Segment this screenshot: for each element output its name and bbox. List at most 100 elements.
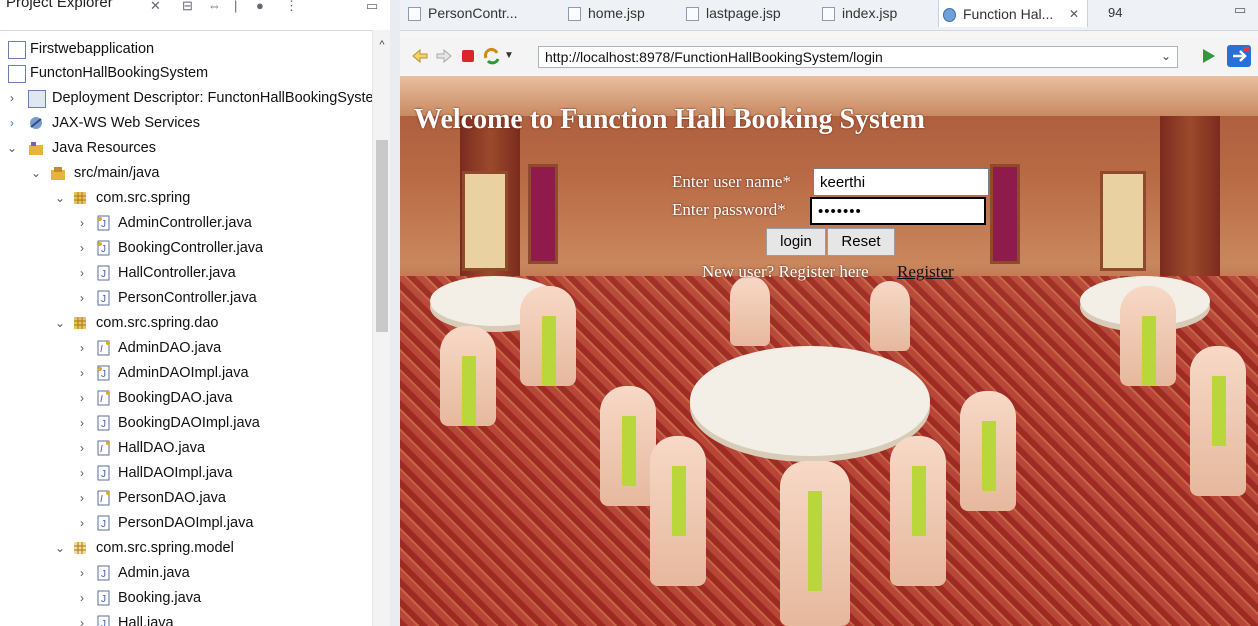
browser-toolbar: ▼ http://localhost:8978/FunctionHallBook… xyxy=(400,38,1258,74)
reset-button[interactable]: Reset xyxy=(827,228,895,256)
tree-item-java-file[interactable]: › J BookingDAOImpl.java xyxy=(0,411,372,435)
tab-overflow-count[interactable]: 94 xyxy=(1104,0,1144,26)
chevron-right-icon[interactable]: › xyxy=(76,511,88,535)
register-link[interactable]: Register xyxy=(897,262,954,282)
chevron-right-icon[interactable]: › xyxy=(76,586,88,610)
tree-item-label: com.src.spring.model xyxy=(96,540,234,556)
chevron-down-icon[interactable]: ⌄ xyxy=(6,136,18,160)
java-file-icon: J xyxy=(96,565,112,581)
chevron-right-icon[interactable]: › xyxy=(76,361,88,385)
back-icon[interactable] xyxy=(410,46,430,66)
tree-item-label: src/main/java xyxy=(74,165,160,181)
java-file-icon: J xyxy=(96,415,112,431)
scrollbar-thumb[interactable] xyxy=(376,140,388,332)
chevron-right-icon[interactable]: › xyxy=(76,336,88,360)
chevron-down-icon[interactable]: ⌄ xyxy=(54,186,66,210)
tree-item-label: PersonController.java xyxy=(118,290,257,306)
tree-item-java-resources[interactable]: ⌄ Java Resources xyxy=(0,136,372,160)
chevron-right-icon[interactable]: › xyxy=(76,286,88,310)
tree-item-java-file[interactable]: › J AdminController.java xyxy=(0,211,372,235)
java-file-icon: J xyxy=(96,265,112,281)
tree-item-java-file[interactable]: › J Booking.java xyxy=(0,586,372,610)
tree-item-source-folder[interactable]: ⌄ src/main/java xyxy=(0,161,372,185)
tree-item-java-file[interactable]: › J PersonDAOImpl.java xyxy=(0,511,372,535)
chevron-down-icon[interactable]: ⌄ xyxy=(1161,49,1171,63)
refresh-icon[interactable] xyxy=(482,46,502,66)
tree-item-java-file[interactable]: › J HallDAOImpl.java xyxy=(0,461,372,485)
tree-item-java-file[interactable]: › J BookingController.java xyxy=(0,236,372,260)
svg-text:J: J xyxy=(101,469,106,480)
tree-item-java-file[interactable]: › J PersonController.java xyxy=(0,286,372,310)
banquet-chair-image xyxy=(960,391,1016,511)
tree-item-package[interactable]: ⌄ com.src.spring.model xyxy=(0,536,372,560)
tree-item-label: FunctonHallBookingSystem xyxy=(30,65,209,81)
tree-item-java-interface[interactable]: › I AdminDAO.java xyxy=(0,336,372,360)
chevron-right-icon[interactable]: › xyxy=(76,561,88,585)
hall-window-image xyxy=(462,171,508,271)
external-browser-icon[interactable] xyxy=(1226,44,1252,68)
chevron-right-icon[interactable]: › xyxy=(76,611,88,626)
tree-item-java-file[interactable]: › J Hall.java xyxy=(0,611,372,626)
maximize-icon[interactable]: ▭ xyxy=(1234,2,1246,18)
svg-text:I: I xyxy=(100,444,103,455)
chevron-right-icon[interactable]: › xyxy=(76,436,88,460)
scroll-up-icon[interactable]: ^ xyxy=(375,38,389,52)
java-interface-icon: I xyxy=(96,490,112,506)
project-explorer-panel: Project Explorer ✕ ⊟ ⇔ | ● ⋮ ▭ Firstweba… xyxy=(0,0,390,626)
java-interface-icon: I xyxy=(96,390,112,406)
tab-person-controller[interactable]: PersonContr... xyxy=(408,0,538,26)
tab-index-jsp[interactable]: index.jsp xyxy=(822,0,922,26)
filter-icon[interactable]: ● xyxy=(256,0,264,13)
tree-item-deployment-descriptor[interactable]: › Deployment Descriptor: FunctonHallBook… xyxy=(0,86,374,110)
refresh-dropdown-icon[interactable]: ▼ xyxy=(504,50,514,61)
chevron-right-icon[interactable]: › xyxy=(76,411,88,435)
tab-lastpage-jsp[interactable]: lastpage.jsp xyxy=(686,0,806,26)
tree-item-label: Booking.java xyxy=(118,590,202,606)
url-field[interactable]: http://localhost:8978/FunctionHallBookin… xyxy=(538,46,1178,68)
minimize-icon[interactable]: ▭ xyxy=(366,0,378,14)
tree-item-package[interactable]: ⌄ com.src.spring.dao xyxy=(0,311,372,335)
globe-icon xyxy=(943,8,956,22)
chevron-right-icon[interactable]: › xyxy=(76,261,88,285)
view-menu-icon[interactable]: ⋮ xyxy=(285,0,298,14)
close-tab-icon[interactable]: ✕ xyxy=(150,0,161,14)
panel-splitter[interactable] xyxy=(390,0,400,626)
chevron-right-icon[interactable]: › xyxy=(76,211,88,235)
login-button[interactable]: login xyxy=(766,228,826,256)
chevron-down-icon[interactable]: ⌄ xyxy=(54,536,66,560)
tree-item-java-interface[interactable]: › I BookingDAO.java xyxy=(0,386,372,410)
tree-item-project[interactable]: FunctonHallBookingSystem xyxy=(0,61,372,85)
explorer-scrollbar[interactable]: ^ xyxy=(372,30,390,626)
tree-item-java-interface[interactable]: › I PersonDAO.java xyxy=(0,486,372,510)
tree-item-project[interactable]: Firstwebapplication xyxy=(0,37,372,61)
java-file-icon: J xyxy=(96,365,112,381)
chevron-right-icon[interactable]: › xyxy=(76,461,88,485)
password-field[interactable] xyxy=(810,197,986,225)
go-icon[interactable] xyxy=(1198,46,1218,66)
tree-item-java-file[interactable]: › J AdminDAOImpl.java xyxy=(0,361,372,385)
editor-tab-bar: PersonContr... home.jsp lastpage.jsp ind… xyxy=(400,0,1258,31)
chevron-right-icon[interactable]: › xyxy=(6,86,18,110)
tree-item-package[interactable]: ⌄ com.src.spring xyxy=(0,186,372,210)
chevron-right-icon[interactable]: › xyxy=(76,386,88,410)
java-file-icon xyxy=(408,7,421,21)
close-tab-icon[interactable]: ✕ xyxy=(1069,0,1079,31)
chevron-right-icon[interactable]: › xyxy=(6,111,18,135)
tab-home-jsp[interactable]: home.jsp xyxy=(568,0,668,26)
tree-item-web-services[interactable]: › JAX-WS Web Services xyxy=(0,111,372,135)
project-icon xyxy=(8,41,26,59)
username-field[interactable] xyxy=(813,168,989,196)
link-with-editor-icon[interactable]: ⇔ xyxy=(208,0,221,13)
stop-icon[interactable] xyxy=(458,46,478,66)
forward-icon[interactable] xyxy=(434,46,454,66)
tree-item-java-file[interactable]: › J HallController.java xyxy=(0,261,372,285)
chevron-right-icon[interactable]: › xyxy=(76,486,88,510)
tree-item-java-file[interactable]: › J Admin.java xyxy=(0,561,372,585)
collapse-all-icon[interactable]: ⊟ xyxy=(182,0,193,14)
chevron-down-icon[interactable]: ⌄ xyxy=(30,161,42,185)
tree-item-java-interface[interactable]: › I HallDAO.java xyxy=(0,436,372,460)
chevron-down-icon[interactable]: ⌄ xyxy=(54,311,66,335)
tab-function-hall-browser[interactable]: Function Hal... ✕ xyxy=(938,0,1088,27)
svg-text:J: J xyxy=(101,419,106,430)
chevron-right-icon[interactable]: › xyxy=(76,236,88,260)
